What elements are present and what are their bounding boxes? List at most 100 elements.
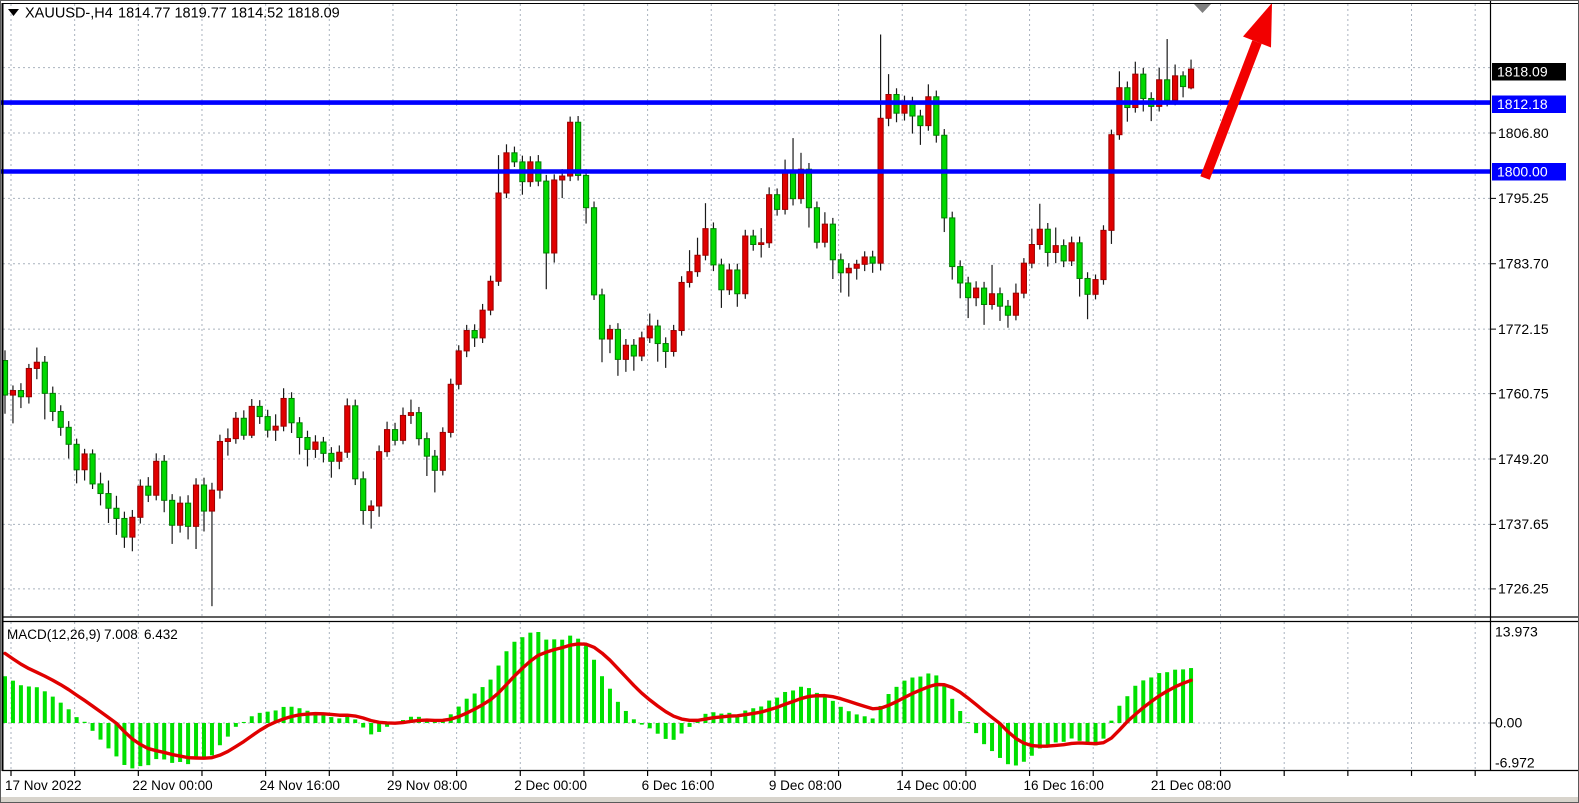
- macd-histogram-bar: [664, 723, 668, 739]
- candle-bull: [671, 331, 676, 352]
- candle-bear: [50, 393, 55, 411]
- macd-histogram-bar: [871, 718, 875, 723]
- candle-bear: [201, 485, 206, 511]
- macd-histogram-bar: [35, 687, 39, 723]
- time-tick-label: 14 Dec 00:00: [896, 778, 976, 793]
- macd-histogram-bar: [918, 677, 922, 723]
- macd-histogram-bar: [1101, 723, 1105, 739]
- candle-bull: [854, 264, 859, 268]
- macd-histogram-bar: [942, 686, 946, 723]
- price-tick-label: 1760.75: [1498, 385, 1549, 401]
- macd-histogram-bar: [361, 723, 365, 727]
- hline-price-tag-1812: 1812.18: [1492, 96, 1566, 114]
- time-tick-label: 16 Dec 16:00: [1024, 778, 1104, 793]
- candle-bear: [297, 423, 302, 438]
- macd-histogram-bar: [202, 723, 206, 759]
- candle-bull: [26, 368, 31, 396]
- candle-bull: [1037, 229, 1042, 244]
- candle-bull: [273, 426, 278, 430]
- candle-bear: [663, 344, 668, 352]
- time-tick-label: 17 Nov 2022: [5, 778, 82, 793]
- macd-histogram-bar: [170, 723, 174, 763]
- price-tick-label: 1749.20: [1498, 451, 1549, 467]
- candle-bull: [369, 506, 374, 511]
- macd-histogram-bar: [1141, 680, 1145, 723]
- macd-histogram-bar: [242, 722, 246, 723]
- macd-histogram-bar: [266, 712, 270, 723]
- candle-bull: [400, 415, 405, 440]
- macd-main-value: 7.008: [104, 627, 138, 642]
- candle-bear: [950, 218, 955, 267]
- chart-window: XAUUSD-,H4 1814.77 1819.77 1814.52 1818.…: [0, 0, 1579, 803]
- current-price-label: 1818.09: [1497, 64, 1548, 80]
- macd-axis-max: 13.973: [1495, 624, 1538, 640]
- hline-price-label-1812: 1812.18: [1497, 96, 1548, 112]
- candle-bear: [185, 503, 190, 526]
- macd-histogram-bar: [1173, 670, 1177, 723]
- candle-bear: [424, 439, 429, 457]
- candle-bull: [974, 288, 979, 298]
- candle-bull: [456, 351, 461, 384]
- macd-histogram-bar: [950, 699, 954, 723]
- macd-histogram-bar: [258, 713, 262, 723]
- candle-bull: [217, 441, 222, 490]
- candle-bear: [361, 479, 366, 511]
- candle-bull: [878, 118, 883, 263]
- macd-histogram-bar: [855, 714, 859, 723]
- macd-histogram-bar: [1181, 669, 1185, 723]
- macd-axis-zero: 0.00: [1495, 715, 1522, 731]
- time-tick-label: 21 Dec 08:00: [1151, 778, 1231, 793]
- candle-bear: [981, 288, 986, 304]
- macd-histogram-bar: [19, 685, 23, 723]
- macd-histogram-bar: [1165, 672, 1169, 723]
- candle-bear: [146, 486, 151, 495]
- macd-histogram-bar: [839, 707, 843, 723]
- macd-histogram-bar: [584, 645, 588, 723]
- candle-bull: [607, 329, 612, 339]
- candle-bear: [241, 418, 246, 435]
- candle-bull: [703, 229, 708, 256]
- candle-bear: [114, 508, 119, 518]
- macd-axis-min: -6.972: [1495, 755, 1535, 771]
- candle-bull: [408, 413, 413, 416]
- macd-histogram-bar: [831, 701, 835, 723]
- current-price-tag: 1818.09: [1492, 63, 1566, 81]
- macd-pane-area[interactable]: [3, 622, 1488, 770]
- candle-bear: [58, 411, 63, 427]
- candle-bull: [233, 418, 238, 438]
- price-tick-label: 1726.25: [1498, 581, 1549, 597]
- macd-histogram-bar: [218, 723, 222, 745]
- time-tick-label: 9 Dec 08:00: [769, 778, 842, 793]
- candle-bull: [249, 406, 254, 435]
- candle-bull: [759, 243, 764, 245]
- candle-bear: [631, 345, 636, 356]
- macd-histogram-bar: [1109, 721, 1113, 723]
- candle-bear: [106, 494, 111, 509]
- macd-histogram-bar: [146, 723, 150, 765]
- macd-histogram-bar: [688, 723, 692, 727]
- macd-histogram-bar: [640, 723, 644, 725]
- time-tick-label: 22 Nov 00:00: [132, 778, 212, 793]
- candle-bull: [496, 193, 501, 281]
- macd-histogram-bar: [910, 678, 914, 723]
- candle-bear: [544, 181, 549, 253]
- candle-bear: [162, 461, 167, 500]
- candle-bear: [329, 453, 334, 461]
- candle-bull: [1069, 243, 1074, 261]
- candle-bull: [225, 439, 230, 442]
- macd-histogram-bar: [1189, 668, 1193, 723]
- macd-histogram-bar: [751, 708, 755, 723]
- candle-bear: [265, 417, 270, 431]
- candle-bull: [1093, 280, 1098, 295]
- macd-histogram-bar: [887, 694, 891, 723]
- candle-bear: [42, 362, 47, 393]
- candle-bear: [305, 438, 310, 450]
- chart-plot-area[interactable]: [3, 4, 1490, 617]
- candle-bear: [1141, 74, 1146, 98]
- macd-histogram-bar: [1030, 723, 1034, 756]
- candle-bear: [997, 294, 1002, 306]
- candle-bull: [862, 257, 867, 264]
- macd-histogram-bar: [926, 673, 930, 723]
- candle-bull: [281, 398, 286, 426]
- macd-histogram-bar: [1014, 723, 1018, 765]
